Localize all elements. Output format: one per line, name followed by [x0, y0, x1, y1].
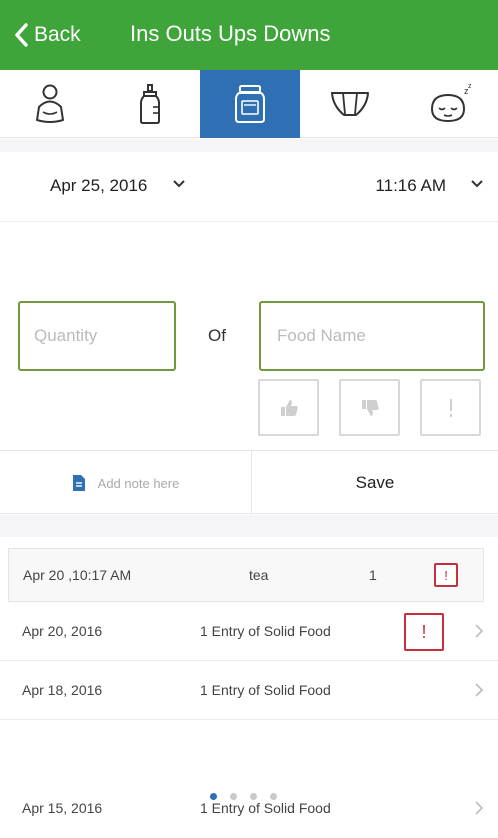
quantity-placeholder: Quantity [34, 326, 98, 345]
back-label: Back [34, 23, 81, 46]
quantity-input[interactable]: Quantity [18, 301, 176, 371]
history-date: Apr 20, 2016 [22, 623, 103, 639]
history-row[interactable]: Apr 15, 2016 1 Entry of Solid Food [0, 780, 498, 838]
food-jar-icon [235, 85, 265, 123]
of-label: Of [208, 326, 226, 345]
tab-solid-food[interactable] [200, 70, 300, 138]
page-dot[interactable] [250, 793, 257, 800]
date-picker[interactable]: Apr 25, 2016 [50, 176, 147, 196]
thumbs-down-icon [361, 399, 379, 416]
chevron-right-icon [475, 624, 484, 638]
page-dot[interactable] [230, 793, 237, 800]
diaper-icon [331, 92, 369, 116]
history-summary: 1 Entry of Solid Food [200, 682, 331, 698]
dislike-button[interactable] [339, 379, 400, 436]
page-title: Ins Outs Ups Downs [130, 21, 331, 46]
like-button[interactable] [258, 379, 319, 436]
latest-entry-card[interactable]: Apr 20 ,10:17 AM tea 1 ! [8, 548, 484, 602]
tab-bottle[interactable] [100, 70, 200, 138]
alert-badge: ! [434, 563, 458, 587]
date-time-row: Apr 25, 2016 11:16 AM [0, 152, 498, 222]
time-picker[interactable]: 11:16 AM [375, 176, 446, 196]
separator-band [0, 515, 498, 537]
separator-band [0, 139, 498, 152]
page-indicator[interactable] [210, 793, 277, 800]
history-row[interactable]: Apr 18, 2016 1 Entry of Solid Food [0, 662, 498, 720]
app-header: Back Ins Outs Ups Downs [0, 0, 498, 70]
tab-diaper[interactable] [300, 70, 400, 138]
thumbs-up-icon [280, 399, 298, 416]
history-row[interactable]: Apr 20, 2016 1 Entry of Solid Food ! [0, 603, 498, 661]
note-icon [72, 475, 85, 491]
chevron-left-icon [15, 23, 28, 47]
history-summary: 1 Entry of Solid Food [200, 623, 331, 639]
baby-bottle-bag-icon [36, 84, 64, 123]
chevron-down-icon[interactable] [471, 180, 483, 188]
page-dot[interactable] [210, 793, 217, 800]
food-name-placeholder: Food Name [277, 326, 366, 345]
allergy-alert-button[interactable] [420, 379, 481, 436]
history-date: Apr 18, 2016 [22, 682, 103, 698]
chevron-right-icon [475, 801, 484, 815]
back-button[interactable]: Back [14, 18, 81, 52]
svg-text:z: z [468, 83, 472, 90]
food-name-input[interactable]: Food Name [259, 301, 485, 371]
entry-food: tea [249, 567, 269, 583]
alert-badge: ! [404, 613, 444, 651]
category-tab-bar: z z [0, 70, 498, 138]
baby-bottle-icon [140, 84, 160, 124]
action-row: Add note here Save [0, 450, 498, 515]
entry-quantity: 1 [369, 567, 377, 583]
chevron-down-icon[interactable] [173, 180, 185, 188]
history-date: Apr 15, 2016 [22, 800, 103, 816]
exclamation-icon [449, 398, 452, 417]
add-note-button[interactable]: Add note here [0, 451, 252, 515]
save-button[interactable]: Save [252, 451, 498, 515]
entry-datetime: Apr 20 ,10:17 AM [23, 567, 132, 583]
tab-sleep[interactable]: z z [400, 70, 498, 138]
sleeping-baby-icon: z z [430, 83, 472, 123]
history-summary: 1 Entry of Solid Food [200, 800, 331, 816]
page-dot[interactable] [270, 793, 277, 800]
tab-pumping[interactable] [0, 70, 100, 138]
add-note-label: Add note here [97, 475, 180, 491]
chevron-right-icon [475, 683, 484, 697]
